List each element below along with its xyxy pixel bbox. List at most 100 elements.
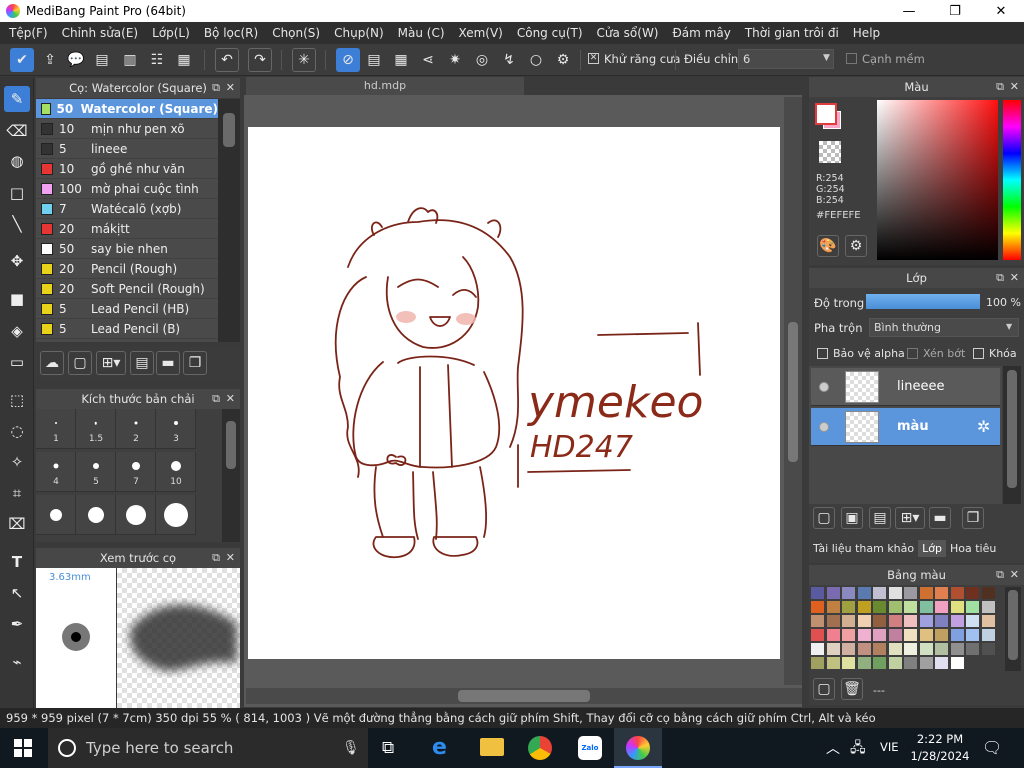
palette-swatch[interactable] bbox=[811, 615, 824, 627]
palette-swatch[interactable] bbox=[842, 601, 855, 613]
palette-swatch[interactable] bbox=[811, 587, 824, 599]
brush-size-cell[interactable] bbox=[116, 495, 156, 535]
palette-swatch[interactable] bbox=[857, 601, 871, 613]
palette-swatch[interactable] bbox=[981, 615, 995, 627]
foreground-color-swatch[interactable] bbox=[815, 103, 837, 125]
palette-swatch[interactable] bbox=[888, 657, 902, 669]
palette-swatch[interactable] bbox=[904, 643, 917, 655]
palette-swatch[interactable] bbox=[888, 643, 902, 655]
close-icon[interactable]: ✕ bbox=[226, 81, 235, 94]
brush-list-item[interactable]: 5 Lead Pencil (B) bbox=[36, 319, 218, 339]
brush-size-cell[interactable] bbox=[36, 495, 76, 535]
blend-dropdown[interactable]: Bình thường ▼ bbox=[869, 318, 1019, 337]
palette-swatch[interactable] bbox=[966, 601, 979, 613]
speech-icon[interactable]: ▤ bbox=[90, 48, 114, 72]
task-view-icon[interactable]: ⧉ bbox=[382, 738, 394, 758]
magic-wand-icon[interactable]: ✧ bbox=[4, 449, 30, 475]
popout-icon[interactable]: ⧉ bbox=[212, 392, 220, 406]
palette-swatch[interactable] bbox=[935, 657, 948, 669]
palette-swatch[interactable] bbox=[919, 615, 933, 627]
brush-list-item[interactable]: 5Lead Pencil (6B) bbox=[36, 339, 218, 343]
palette-swatch[interactable] bbox=[935, 587, 948, 599]
palette-icon[interactable]: 🎨 bbox=[817, 235, 839, 257]
brush-settings-icon[interactable]: ▤ bbox=[130, 351, 154, 375]
popout-icon[interactable]: ⧉ bbox=[996, 271, 1004, 285]
palette-swatch[interactable] bbox=[935, 629, 948, 641]
delete-palette-icon[interactable]: 🗑 bbox=[841, 678, 863, 700]
palette-swatch[interactable] bbox=[981, 601, 995, 613]
palette-swatch[interactable] bbox=[811, 657, 824, 669]
palette-swatch[interactable] bbox=[966, 643, 979, 655]
close-icon[interactable]: ✕ bbox=[226, 551, 235, 564]
saturation-value-picker[interactable] bbox=[877, 100, 998, 260]
palette-swatch[interactable] bbox=[919, 587, 933, 599]
menu-view[interactable]: Xem(V) bbox=[452, 26, 510, 40]
grid-list-icon[interactable]: ▦ bbox=[172, 48, 196, 72]
palette-swatch[interactable] bbox=[826, 587, 840, 599]
microphone-icon[interactable]: 🎙 bbox=[342, 740, 360, 756]
perspective-snap-icon[interactable]: ⋖ bbox=[416, 48, 440, 72]
pen-tool-icon[interactable]: ✒ bbox=[4, 611, 30, 637]
menu-window[interactable]: Cửa sổ(W) bbox=[590, 26, 666, 40]
palette-swatch[interactable] bbox=[873, 629, 886, 641]
palette-swatch[interactable] bbox=[904, 629, 917, 641]
menu-color[interactable]: Màu (C) bbox=[391, 26, 452, 40]
palette-swatch[interactable] bbox=[857, 643, 871, 655]
palette-swatch[interactable] bbox=[842, 657, 855, 669]
palette-swatch[interactable] bbox=[981, 643, 995, 655]
layer-row[interactable]: lineeee bbox=[811, 368, 1000, 406]
close-button[interactable]: ✕ bbox=[978, 0, 1024, 22]
document-tab[interactable]: hd.mdp bbox=[246, 77, 524, 95]
menu-file[interactable]: Tệp(F) bbox=[2, 26, 55, 40]
palette-swatch[interactable] bbox=[826, 657, 840, 669]
protect-alpha-checkbox[interactable] bbox=[817, 348, 828, 359]
visibility-icon[interactable] bbox=[819, 382, 829, 392]
visibility-icon[interactable] bbox=[819, 422, 829, 432]
select-tool-icon[interactable]: ⬚ bbox=[4, 387, 30, 413]
palette-swatch[interactable] bbox=[904, 587, 917, 599]
palette-swatch[interactable] bbox=[888, 601, 902, 613]
palette-swatch[interactable] bbox=[966, 615, 979, 627]
palette-swatch[interactable] bbox=[811, 643, 824, 655]
brush-list-item[interactable]: 5 Lead Pencil (HB) bbox=[36, 299, 218, 319]
comment-icon[interactable]: 💬 bbox=[64, 48, 88, 72]
brush-size-cell[interactable]: 4 bbox=[36, 452, 76, 492]
operation-tool-icon[interactable]: ↖ bbox=[4, 580, 30, 606]
duplicate-layer-icon[interactable]: ❐ bbox=[962, 507, 984, 529]
palette-swatch[interactable] bbox=[919, 629, 933, 641]
brush-size-cell[interactable] bbox=[76, 495, 116, 535]
grid-snap-icon[interactable]: ▦ bbox=[389, 48, 413, 72]
new-layer-icon[interactable]: ▢ bbox=[813, 507, 835, 529]
palette-swatch[interactable] bbox=[888, 629, 902, 641]
brush-size-cell[interactable]: 5 bbox=[76, 452, 116, 492]
palette-swatch[interactable] bbox=[826, 629, 840, 641]
parallel-snap-icon[interactable]: ▤ bbox=[362, 48, 386, 72]
clipping-checkbox[interactable] bbox=[907, 348, 918, 359]
menu-layer[interactable]: Lớp(L) bbox=[145, 26, 197, 40]
eyedropper-tool-icon[interactable]: ⌁ bbox=[4, 649, 30, 675]
brush-size-cell[interactable]: 1 bbox=[36, 409, 76, 449]
hue-slider[interactable] bbox=[1003, 100, 1021, 260]
zalo-icon[interactable]: Zalo bbox=[578, 736, 602, 760]
palette-swatch[interactable] bbox=[857, 629, 871, 641]
palette-swatch[interactable] bbox=[826, 643, 840, 655]
popout-icon[interactable]: ⧉ bbox=[996, 80, 1004, 94]
check-icon[interactable]: ✔ bbox=[10, 48, 34, 72]
scroll-thumb[interactable] bbox=[226, 421, 236, 469]
edge-icon[interactable]: e bbox=[432, 735, 447, 760]
palette-swatch[interactable] bbox=[842, 615, 855, 627]
new-palette-icon[interactable]: ▢ bbox=[813, 678, 835, 700]
palette-swatch[interactable] bbox=[873, 657, 886, 669]
layer-row[interactable]: màu ✲ bbox=[811, 408, 1000, 446]
folder-icon[interactable]: ▬ bbox=[156, 351, 180, 375]
brush-size-cell[interactable]: 2 bbox=[116, 409, 156, 449]
brush-list-item[interactable]: 5 lineee bbox=[36, 139, 218, 159]
brush-list-item[interactable]: 50 Watercolor (Square) bbox=[36, 99, 218, 119]
menu-select[interactable]: Chọn(S) bbox=[265, 26, 327, 40]
brush-list-item[interactable]: 20 Soft Pencil (Rough) bbox=[36, 279, 218, 299]
clock-date[interactable]: 1/28/2024 bbox=[906, 749, 974, 763]
lock-checkbox[interactable] bbox=[973, 348, 984, 359]
gear-icon[interactable]: ⚙ bbox=[551, 48, 575, 72]
duplicate-icon[interactable]: ❐ bbox=[183, 351, 207, 375]
gradient-tool-icon[interactable]: ▭ bbox=[4, 349, 30, 375]
